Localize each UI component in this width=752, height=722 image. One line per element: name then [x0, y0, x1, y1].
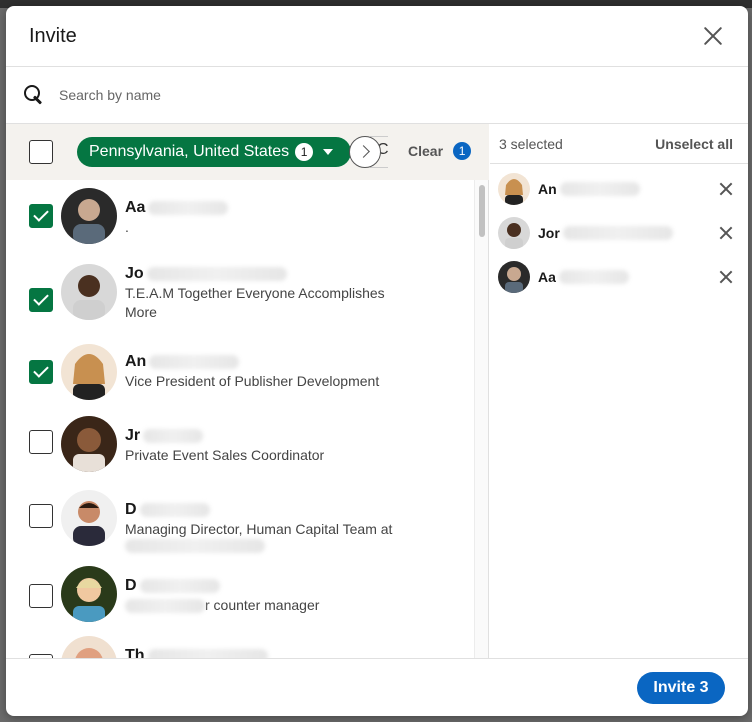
selected-header: 3 selected Unselect all	[490, 124, 748, 164]
person-headline: Managing Director, Human Capital Team at	[125, 521, 393, 537]
redacted-blur	[559, 182, 640, 196]
avatar	[61, 490, 117, 546]
list-item[interactable]: D Managing Director, Human Capital Team …	[6, 490, 476, 562]
selected-pane: 3 selected Unselect all An Jor Aa	[490, 124, 748, 658]
redacted-blur	[148, 201, 229, 215]
modal-footer: Invite 3	[6, 658, 748, 716]
location-filter-label: Pennsylvania, United States	[89, 143, 290, 160]
selected-item: Jor	[490, 213, 748, 253]
selected-item: An	[490, 169, 748, 209]
redacted-blur	[558, 270, 629, 284]
list-item[interactable]: Jo T.E.A.M Together Everyone Accomplishe…	[6, 264, 476, 344]
avatar	[61, 188, 117, 244]
person-name[interactable]: Aa	[125, 198, 470, 218]
selected-name: An	[538, 181, 640, 197]
person-checkbox[interactable]	[29, 504, 53, 528]
person-checkbox[interactable]	[29, 204, 53, 228]
avatar	[498, 217, 530, 249]
redacted-blur	[147, 649, 268, 658]
close-icon[interactable]	[700, 23, 726, 49]
person-checkbox[interactable]	[29, 288, 53, 312]
location-filter-pill[interactable]: Pennsylvania, United States 1	[77, 137, 352, 167]
list-item[interactable]: Th	[6, 636, 476, 658]
search-icon	[23, 84, 45, 106]
person-headline: Private Event Sales Coordinator	[125, 447, 325, 463]
results-scrollbar[interactable]	[474, 180, 488, 658]
list-item[interactable]: Aa .	[6, 188, 476, 260]
avatar	[61, 264, 117, 320]
clear-filters-label: Clear	[408, 143, 444, 159]
selected-name: Aa	[538, 269, 629, 285]
list-item[interactable]: Jr Private Event Sales Coordinator	[6, 416, 476, 484]
person-checkbox[interactable]	[29, 430, 53, 454]
avatar	[498, 173, 530, 205]
clear-filters-button[interactable]: Clear 1	[408, 142, 472, 160]
person-checkbox[interactable]	[29, 584, 53, 608]
results-list: Aa . Jo T.E.A.M Together Everyone Accomp…	[6, 180, 489, 658]
avatar	[61, 566, 117, 622]
scrollbar-thumb[interactable]	[479, 185, 485, 237]
modal-header: Invite	[6, 6, 748, 67]
remove-icon[interactable]	[718, 269, 734, 285]
list-item[interactable]: An Vice President of Publisher Developme…	[6, 344, 476, 408]
avatar	[498, 261, 530, 293]
person-name[interactable]: Jr	[125, 426, 470, 446]
clear-filters-count: 1	[453, 142, 472, 160]
invite-button[interactable]: Invite 3	[637, 672, 725, 704]
select-all-checkbox[interactable]	[29, 140, 53, 164]
person-name[interactable]: Jo	[125, 264, 470, 284]
results-pane: Pennsylvania, United States 1 C Clear 1	[6, 124, 489, 658]
search-bar	[6, 67, 748, 124]
redacted-blur	[139, 503, 210, 517]
redacted-blur	[146, 267, 287, 281]
caret-down-icon	[323, 149, 334, 155]
person-headline: .	[125, 219, 129, 235]
invite-modal: Invite Pennsylvania, United States 1 C C…	[6, 6, 748, 716]
selected-name: Jor	[538, 225, 673, 241]
unselect-all-button[interactable]: Unselect all	[655, 136, 733, 152]
person-checkbox[interactable]	[29, 360, 53, 384]
avatar	[61, 636, 117, 658]
person-name[interactable]: An	[125, 352, 470, 372]
redacted-blur	[139, 579, 220, 593]
redacted-blur	[149, 355, 240, 369]
list-item[interactable]: D r counter manager	[6, 566, 476, 634]
chevron-right-icon[interactable]	[349, 136, 381, 168]
person-name[interactable]: D	[125, 500, 470, 520]
redacted-blur	[125, 539, 265, 553]
selected-item: Aa	[490, 257, 748, 297]
filter-bar: Pennsylvania, United States 1 C Clear 1	[6, 124, 489, 180]
person-headline: r counter manager	[205, 597, 320, 613]
redacted-blur	[143, 429, 204, 443]
location-filter-count: 1	[295, 143, 314, 161]
person-name[interactable]: Th	[125, 646, 470, 658]
invite-body: Pennsylvania, United States 1 C Clear 1	[6, 124, 748, 658]
redacted-blur	[562, 226, 673, 240]
selected-count: 3 selected	[499, 135, 563, 152]
avatar	[61, 344, 117, 400]
person-headline: Vice President of Publisher Development	[125, 373, 380, 389]
redacted-blur	[125, 598, 205, 613]
remove-icon[interactable]	[718, 225, 734, 241]
search-input[interactable]	[59, 87, 559, 103]
person-headline: T.E.A.M Together Everyone Accomplishes	[125, 285, 385, 301]
remove-icon[interactable]	[718, 181, 734, 197]
modal-title: Invite	[29, 24, 77, 47]
avatar	[61, 416, 117, 472]
person-headline-more: More	[125, 304, 157, 320]
person-name[interactable]: D	[125, 576, 470, 596]
